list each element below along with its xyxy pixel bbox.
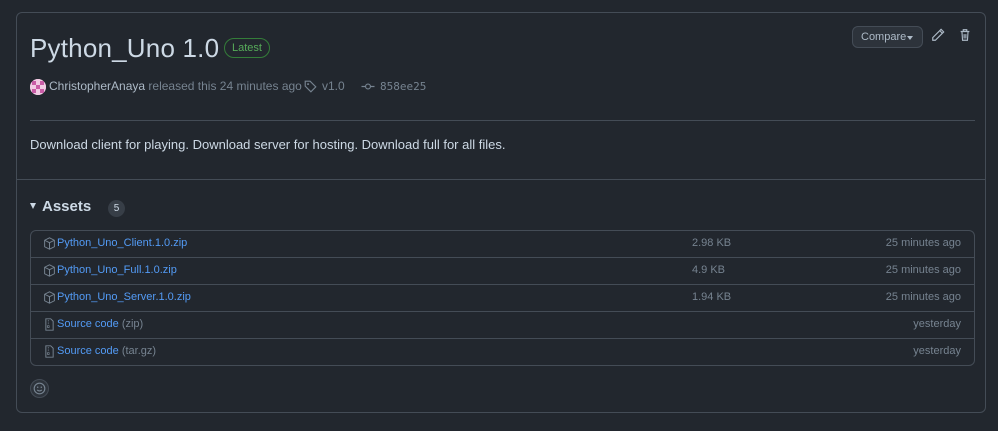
asset-time: yesterday <box>913 318 961 330</box>
assets-toggle[interactable]: Assets <box>30 198 91 215</box>
asset-size: 1.94 KB <box>692 291 732 303</box>
caret-down-icon <box>907 36 913 40</box>
asset-link[interactable]: Source code (zip) <box>57 318 143 330</box>
asset-row: Source code (tar.gz) yesterday <box>31 338 974 365</box>
asset-link[interactable]: Python_Uno_Full.1.0.zip <box>57 264 177 276</box>
release-description: Download client for playing. Download se… <box>30 137 506 152</box>
assets-count: 5 <box>108 200 125 217</box>
add-reaction-button[interactable] <box>30 379 49 398</box>
asset-row: Python_Uno_Client.1.0.zip 2.98 KB 25 minut… <box>31 231 974 257</box>
asset-link[interactable]: Python_Uno_Client.1.0.zip <box>57 237 187 249</box>
commit-link[interactable]: 858ee25 <box>380 80 426 93</box>
package-icon <box>43 291 56 304</box>
asset-row: Python_Uno_Server.1.0.zip 1.94 KB 25 minut… <box>31 284 974 311</box>
asset-time: 25 minutes ago <box>885 291 961 303</box>
compare-label: Compare <box>861 31 907 43</box>
trash-icon[interactable] <box>958 28 974 46</box>
triangle-down-icon <box>30 203 36 209</box>
asset-time: yesterday <box>913 345 961 357</box>
compare-button[interactable]: Compare <box>852 26 923 48</box>
asset-time: 25 minutes ago <box>885 264 961 276</box>
asset-size: 2.98 KB <box>692 237 732 249</box>
file-zip-icon <box>43 345 56 358</box>
package-icon <box>43 237 56 250</box>
asset-suffix: (tar.gz) <box>121 345 157 357</box>
release-card: Python_Uno 1.0 Latest Compare Christophe… <box>16 12 986 413</box>
released-text: released this 24 minutes ago <box>148 79 302 93</box>
asset-link[interactable]: Source code (tar.gz) <box>57 345 156 357</box>
assets-heading: Assets <box>42 198 92 215</box>
asset-link[interactable]: Python_Uno_Server.1.0.zip <box>57 291 191 303</box>
asset-suffix: (zip) <box>121 318 144 330</box>
asset-size: 4.9 KB <box>692 264 726 276</box>
avatar[interactable] <box>30 79 46 95</box>
asset-time: 25 minutes ago <box>885 237 961 249</box>
file-zip-icon <box>43 318 56 331</box>
divider <box>30 120 975 121</box>
author-link[interactable]: ChristopherAnaya <box>49 79 145 93</box>
release-title[interactable]: Python_Uno 1.0 <box>30 33 219 64</box>
asset-row: Source code (zip) yesterday <box>31 311 974 338</box>
smiley-icon <box>33 382 46 395</box>
section-divider <box>17 179 985 180</box>
tag-link[interactable]: v1.0 <box>322 79 345 93</box>
assets-table: Python_Uno_Client.1.0.zip 2.98 KB 25 minut… <box>30 230 975 366</box>
latest-badge: Latest <box>224 38 270 58</box>
release-byline: ChristopherAnaya released this 24 minute… <box>49 79 302 93</box>
pencil-icon[interactable] <box>931 28 947 46</box>
package-icon <box>43 264 56 277</box>
tag-icon <box>304 80 317 96</box>
commit-icon <box>361 80 375 96</box>
asset-row: Python_Uno_Full.1.0.zip 4.9 KB 25 minutes … <box>31 257 974 284</box>
